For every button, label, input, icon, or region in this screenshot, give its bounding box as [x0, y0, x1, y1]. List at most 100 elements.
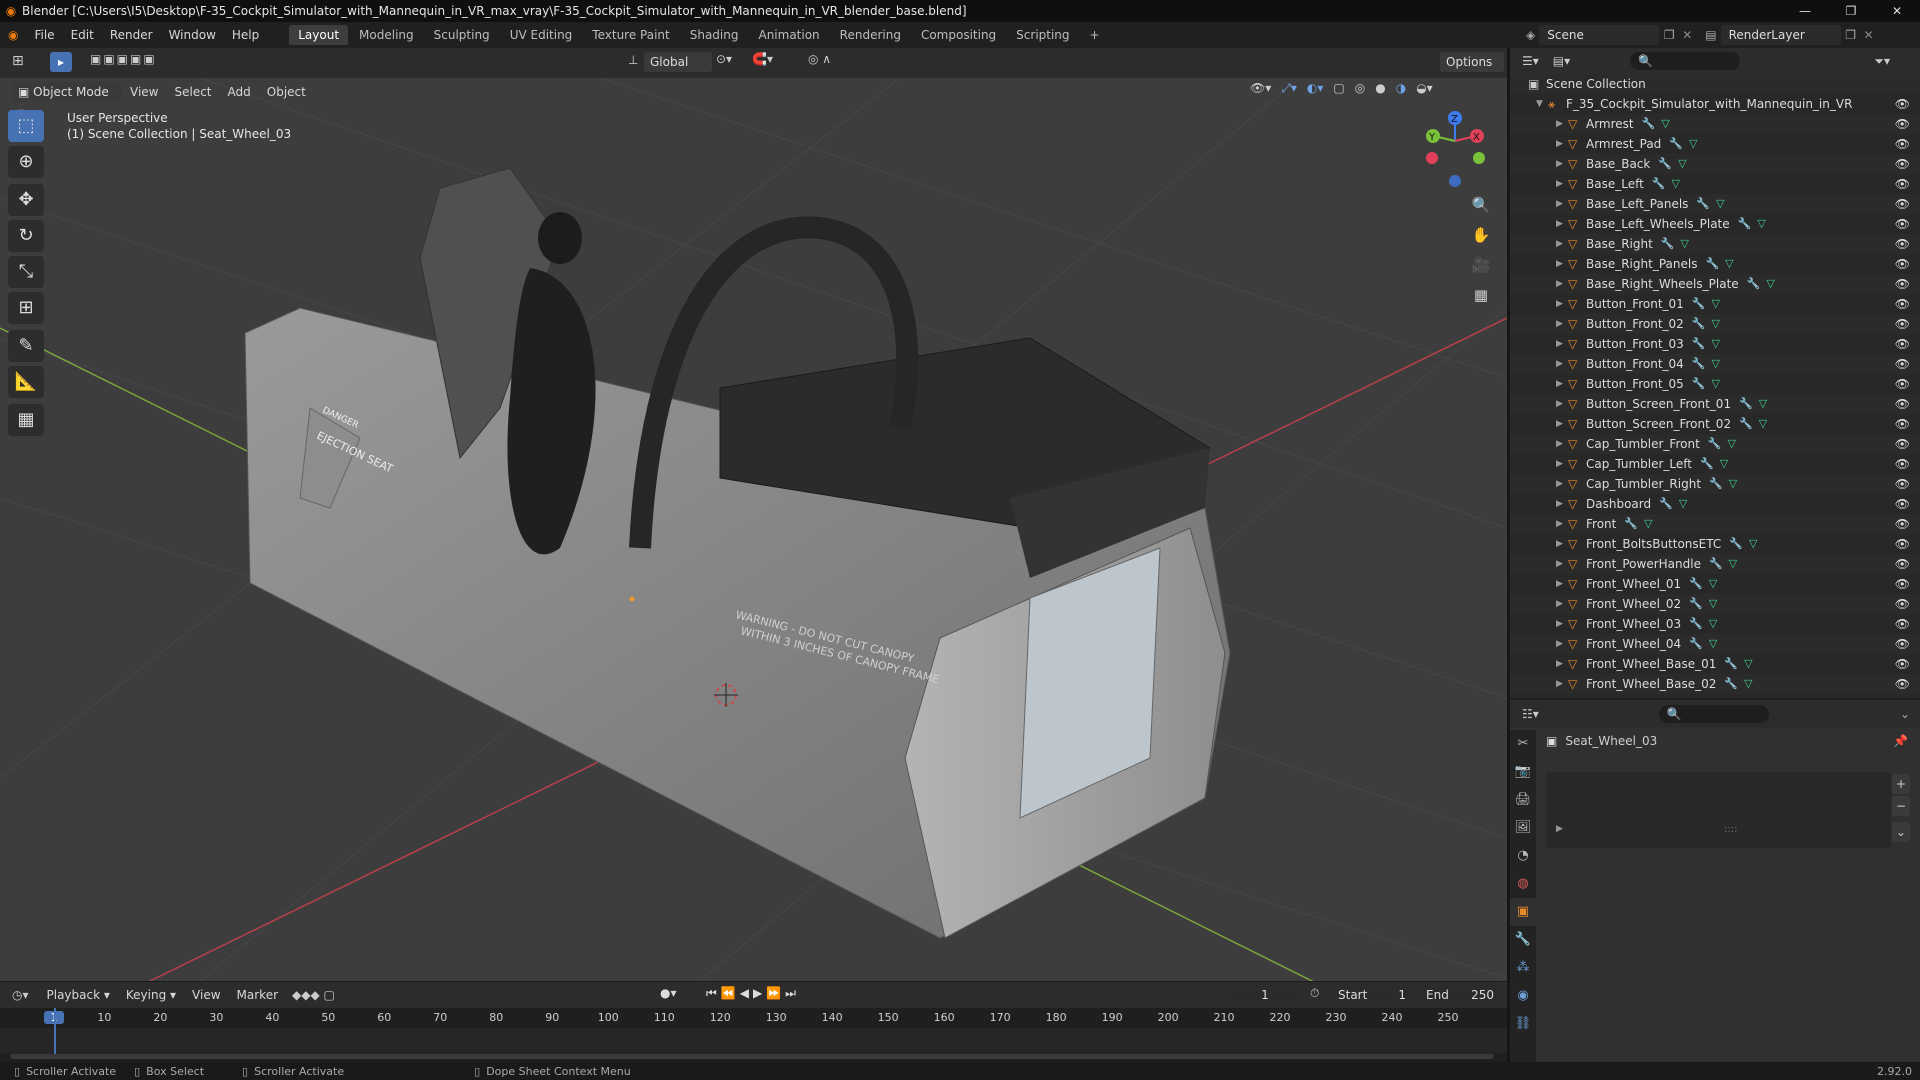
proportional-edit-icon[interactable]: ◎ ∧	[808, 52, 831, 66]
eye-icon[interactable]: 👁	[1895, 154, 1910, 174]
mesh-data-icon[interactable]: ▽	[1712, 374, 1720, 394]
modifier-icon[interactable]: 🔧	[1724, 654, 1738, 674]
outliner-item[interactable]: ▶ ▽ Front_Wheel_Base_02 🔧 ▽ 👁	[1510, 674, 1920, 694]
output-tab-icon[interactable]: 🖨	[1510, 786, 1536, 814]
viewport-menu-view[interactable]: View	[122, 82, 166, 102]
modifier-icon[interactable]: 🔧	[1739, 394, 1753, 414]
expand-icon[interactable]: ▶	[1556, 594, 1568, 614]
outliner-item[interactable]: ▶ ▽ Base_Right 🔧 ▽ 👁	[1510, 234, 1920, 254]
mesh-data-icon[interactable]: ▽	[1689, 134, 1697, 154]
frame-ruler[interactable]: 1102030405060708090100110120130140150160…	[0, 1008, 1507, 1028]
mesh-data-icon[interactable]: ▽	[1759, 414, 1767, 434]
wireframe-shading-icon[interactable]: ◎	[1355, 81, 1365, 96]
expand-icon[interactable]: ▶	[1556, 314, 1568, 334]
viewport-menu-add[interactable]: Add	[220, 82, 259, 102]
timeline-menu-keying[interactable]: Keying ▾	[118, 985, 184, 1005]
mesh-data-icon[interactable]: ▽	[1759, 394, 1767, 414]
expand-icon[interactable]: ▶	[1556, 494, 1568, 514]
eye-icon[interactable]: 👁	[1895, 374, 1910, 394]
modifier-icon[interactable]: 🔧	[1658, 154, 1672, 174]
properties-options-icon[interactable]: ⌄	[1900, 707, 1910, 721]
expand-icon[interactable]: ▶	[1556, 454, 1568, 474]
minimize-button[interactable]: —	[1782, 0, 1828, 22]
rotate-tool-icon[interactable]: ↻	[8, 220, 44, 252]
modifier-icon[interactable]: 🔧	[1692, 374, 1706, 394]
mesh-data-icon[interactable]: ▽	[1766, 274, 1774, 294]
end-frame-field[interactable]: End 250	[1418, 985, 1502, 1005]
options-dropdown[interactable]: Options	[1440, 52, 1504, 72]
properties-search-input[interactable]: 🔍	[1658, 705, 1769, 723]
mesh-data-icon[interactable]: ▽	[1661, 114, 1669, 134]
mesh-data-icon[interactable]: ▽	[1678, 154, 1686, 174]
modifier-icon[interactable]: 🔧	[1709, 474, 1723, 494]
outliner-editor-type-icon[interactable]: ☰▾	[1522, 54, 1539, 68]
outliner-item[interactable]: ▶ ▽ Button_Front_01 🔧 ▽ 👁	[1510, 294, 1920, 314]
pin-icon[interactable]: 📌	[1893, 734, 1908, 748]
display-mode-icon[interactable]: ▤▾	[1553, 54, 1570, 68]
outliner-item[interactable]: ▶ ▽ Front_BoltsButtonsETC 🔧 ▽ 👁	[1510, 534, 1920, 554]
expand-icon[interactable]: ▶	[1556, 614, 1568, 634]
tool-tab-icon[interactable]: ✂	[1510, 730, 1536, 758]
eye-icon[interactable]: 👁	[1895, 494, 1910, 514]
outliner-item[interactable]: ▶ ▽ Button_Screen_Front_02 🔧 ▽ 👁	[1510, 414, 1920, 434]
outliner-item[interactable]: ▶ ▽ Front_Wheel_03 🔧 ▽ 👁	[1510, 614, 1920, 634]
zoom-icon[interactable]: 🔍	[1468, 192, 1494, 218]
outliner-item[interactable]: ▶ ▽ Base_Right_Panels 🔧 ▽ 👁	[1510, 254, 1920, 274]
playback-controls[interactable]: ⏮⏪◀▶⏩⏭	[706, 986, 800, 1001]
expand-icon[interactable]: ▶	[1556, 434, 1568, 454]
outliner-item[interactable]: ▶ ▽ Front_Wheel_04 🔧 ▽ 👁	[1510, 634, 1920, 654]
material-slot-list[interactable]: ▶ ::::	[1546, 772, 1891, 848]
eye-icon[interactable]: 👁	[1895, 274, 1910, 294]
preview-range-icon[interactable]: ⏱	[1310, 986, 1319, 1001]
expand-icon[interactable]: ▶	[1556, 334, 1568, 354]
current-frame-field[interactable]: 1	[1228, 985, 1302, 1005]
expand-icon[interactable]: ▶	[1556, 654, 1568, 674]
physics-tab-icon[interactable]: ◉	[1510, 982, 1536, 1010]
menu-render[interactable]: Render	[102, 22, 161, 48]
new-scene-icon[interactable]: ❐	[1659, 28, 1679, 42]
menu-help[interactable]: Help	[224, 22, 267, 48]
constraints-tab-icon[interactable]: ⛓	[1510, 1010, 1536, 1038]
list-expand-icon[interactable]: ▶	[1556, 824, 1563, 834]
mesh-data-icon[interactable]: ▽	[1720, 454, 1728, 474]
outliner-item[interactable]: ▶ ▽ Button_Front_04 🔧 ▽ 👁	[1510, 354, 1920, 374]
expand-icon[interactable]: ▶	[1556, 254, 1568, 274]
expand-icon[interactable]: ▶	[1556, 214, 1568, 234]
tab-sculpting[interactable]: Sculpting	[425, 25, 499, 45]
visibility-icon[interactable]: 👁▾	[1250, 81, 1271, 96]
mesh-data-icon[interactable]: ▽	[1712, 354, 1720, 374]
viewport-menu-select[interactable]: Select	[166, 82, 219, 102]
mesh-data-icon[interactable]: ▽	[1757, 214, 1765, 234]
modifier-icon[interactable]: 🔧	[1661, 234, 1675, 254]
modifier-icon[interactable]: 🔧	[1642, 114, 1656, 134]
solid-shading-icon[interactable]: ●	[1375, 81, 1385, 96]
expand-icon[interactable]: ▶	[1556, 274, 1568, 294]
tab-layout[interactable]: Layout	[289, 25, 349, 45]
tab-texture-paint[interactable]: Texture Paint	[583, 25, 678, 45]
eye-icon[interactable]: 👁	[1895, 334, 1910, 354]
expand-icon[interactable]: ▶	[1556, 514, 1568, 534]
annotate-tool-icon[interactable]: ✎	[8, 330, 44, 362]
add-cube-tool-icon[interactable]: ▦	[8, 404, 44, 436]
expand-icon[interactable]: ▶	[1556, 134, 1568, 154]
expand-icon[interactable]: ▶	[1556, 634, 1568, 654]
mesh-data-icon[interactable]: ▽	[1709, 594, 1717, 614]
camera-view-icon[interactable]: 🎥	[1468, 252, 1494, 278]
properties-editor-type-icon[interactable]: ☷▾	[1522, 707, 1539, 721]
eye-icon[interactable]: 👁	[1895, 94, 1910, 114]
outliner-search-input[interactable]: 🔍	[1630, 52, 1741, 70]
outliner-item[interactable]: ▶ ▽ Cap_Tumbler_Left 🔧 ▽ 👁	[1510, 454, 1920, 474]
modifier-icon[interactable]: 🔧	[1700, 454, 1714, 474]
expand-icon[interactable]: ▶	[1556, 574, 1568, 594]
outliner-item[interactable]: ▶ ▽ Front_Wheel_02 🔧 ▽ 👁	[1510, 594, 1920, 614]
playhead-line[interactable]	[54, 1008, 56, 1054]
scene-tab-icon[interactable]: ◔	[1510, 842, 1536, 870]
modifier-icon[interactable]: 🔧	[1739, 414, 1753, 434]
modifier-icon[interactable]: 🔧	[1659, 494, 1673, 514]
mesh-data-icon[interactable]: ▽	[1712, 294, 1720, 314]
mesh-data-icon[interactable]: ▽	[1681, 234, 1689, 254]
expand-icon[interactable]: ▶	[1556, 414, 1568, 434]
world-tab-icon[interactable]: ◍	[1510, 870, 1536, 898]
eye-icon[interactable]: 👁	[1895, 454, 1910, 474]
measure-tool-icon[interactable]: 📐	[8, 366, 44, 398]
